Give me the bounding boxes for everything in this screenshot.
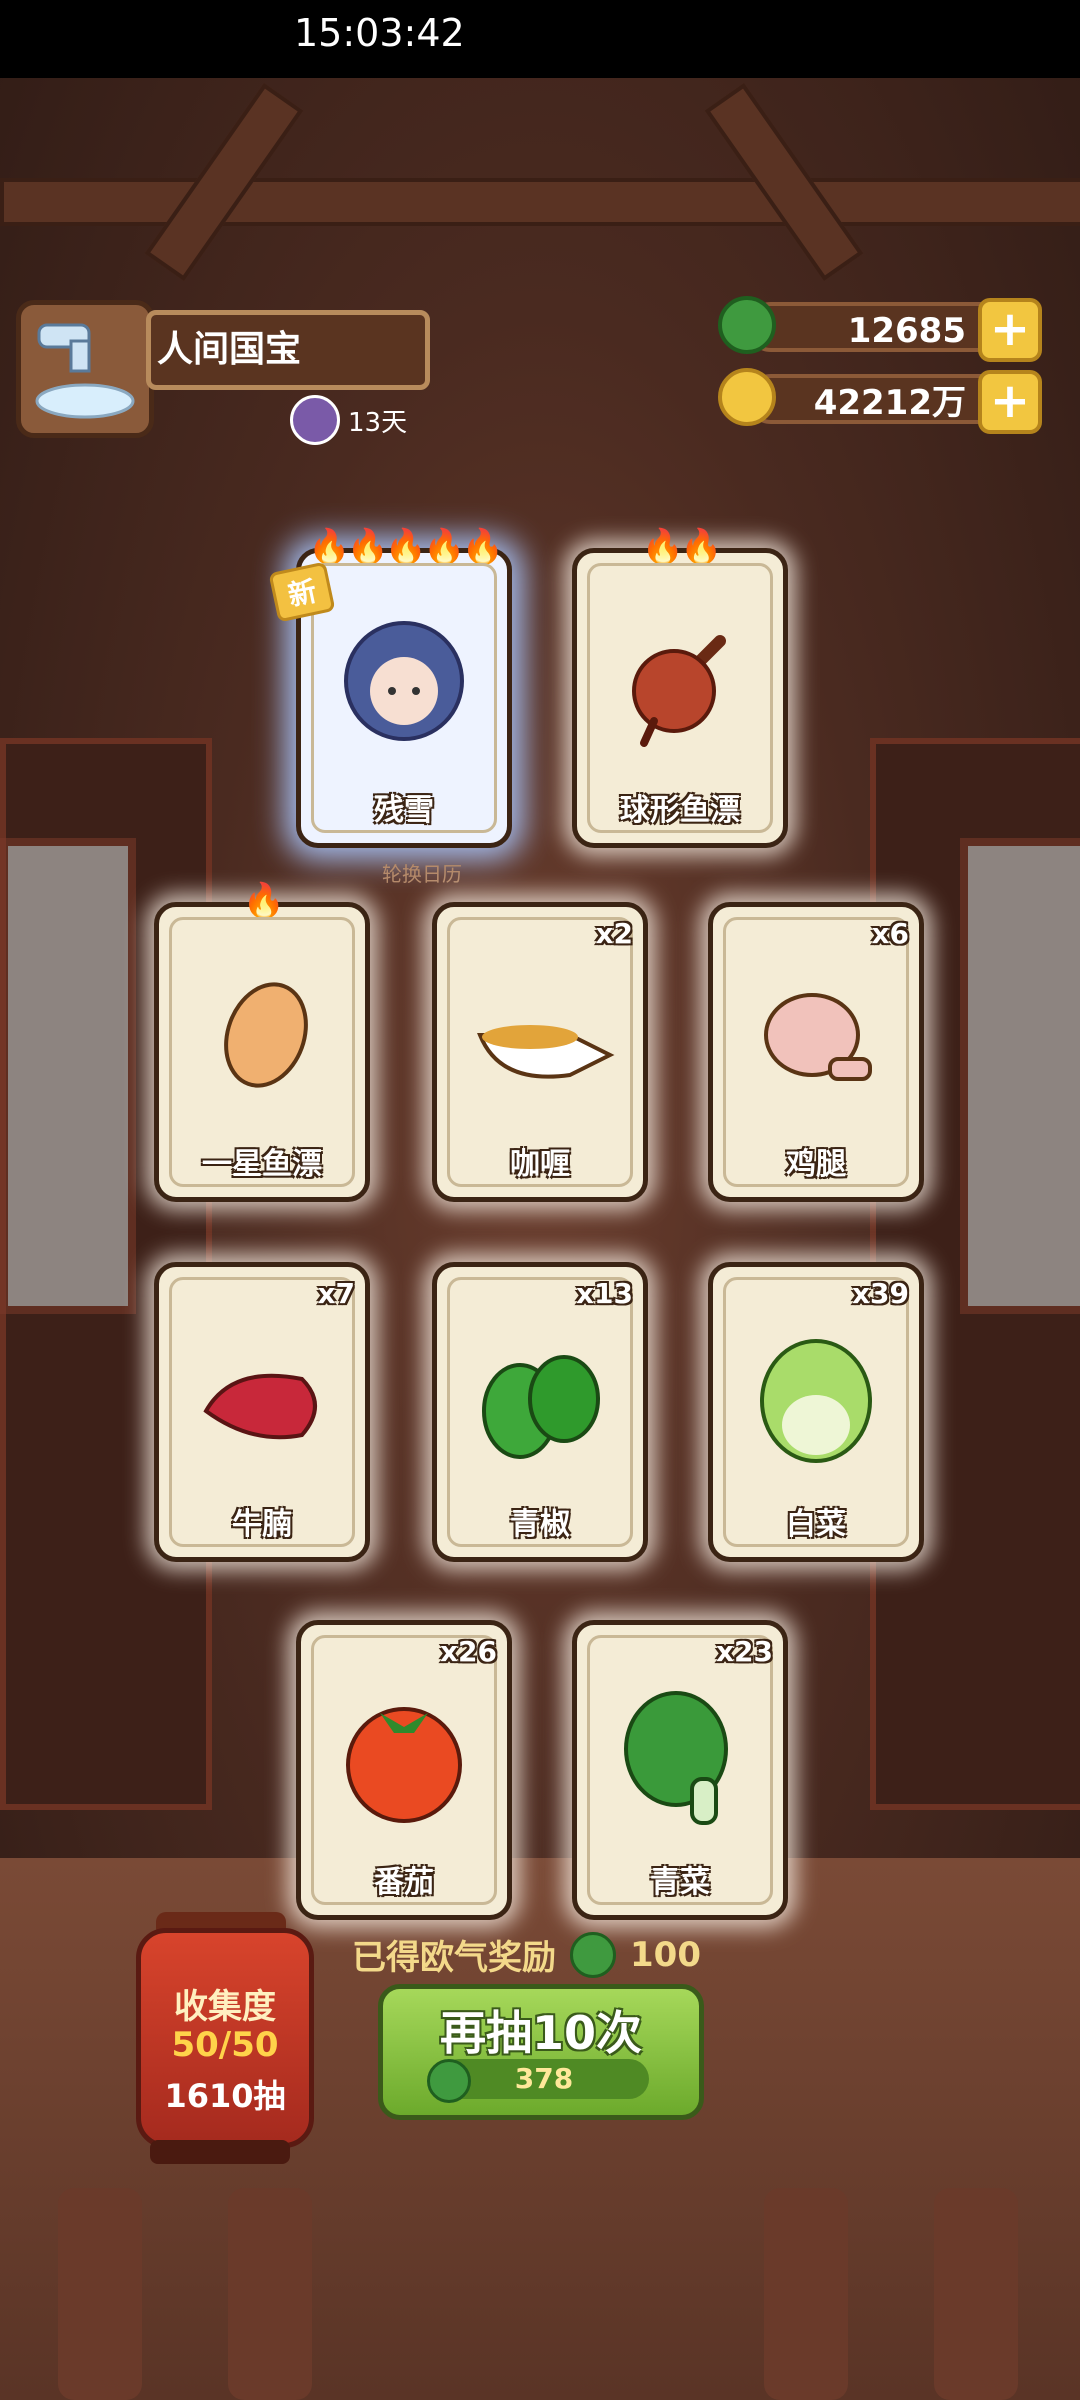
add-jade-button[interactable]: + <box>978 298 1042 362</box>
collection-progress: 50/50 <box>171 2025 279 2065</box>
float-icon <box>224 982 308 1088</box>
character-art-icon <box>344 621 464 741</box>
card-name: 残雪 <box>374 793 434 828</box>
card-name: 鸡腿 <box>786 1147 846 1182</box>
right-window <box>960 838 1080 1314</box>
draw-again-label: 再抽10次 <box>439 2006 642 2060</box>
faucet-icon <box>35 323 135 419</box>
reward-card-cancan[interactable]: 🔥🔥🔥🔥🔥 新 残雪 <box>268 527 512 848</box>
jade-amount: 12685 <box>746 302 1016 352</box>
status-bar: 15:03:42 <box>0 0 1080 78</box>
days-indicator: 13天 <box>290 395 408 445</box>
card-name: 青菜 <box>650 1865 710 1900</box>
roof-beam <box>0 178 1080 226</box>
reward-card-green-pepper[interactable]: x13 青椒 <box>432 1262 648 1562</box>
post <box>58 2188 142 2400</box>
collection-lantern[interactable]: 收集度 50/50 1610抽 <box>136 1928 314 2148</box>
bonus-label: 已得欧气奖励 <box>352 1938 556 1978</box>
status-time: 15:03:42 <box>294 11 465 55</box>
post <box>764 2188 848 2400</box>
curry-icon <box>477 1025 615 1079</box>
post <box>228 2188 312 2400</box>
reward-card-drumstick[interactable]: x6 鸡腿 <box>708 902 924 1202</box>
card-name: 牛腩 <box>232 1507 292 1542</box>
add-gold-button[interactable]: + <box>978 370 1042 434</box>
avatar <box>290 395 340 445</box>
reward-card-curry[interactable]: x2 咖喱 <box>432 902 648 1202</box>
bok-choy-icon <box>624 1691 728 1825</box>
item-count: x13 <box>575 1277 633 1310</box>
gold-amount: 42212万 <box>746 374 1016 424</box>
rotation-calendar-label[interactable]: 轮换日历 <box>382 858 462 887</box>
jade-coin-icon <box>718 296 776 354</box>
bonus-amount: 100 <box>630 1934 701 1975</box>
days-label: 13天 <box>348 407 408 438</box>
item-count: x26 <box>439 1635 497 1668</box>
jade-coin-icon <box>570 1931 616 1978</box>
reward-card-tomato[interactable]: x26 番茄 <box>296 1620 512 1920</box>
post <box>934 2188 1018 2400</box>
draw-cost: 378 <box>427 2059 649 2103</box>
drumstick-icon <box>764 993 872 1081</box>
card-name: 青椒 <box>510 1507 570 1542</box>
flame-icons: 🔥 <box>242 881 285 921</box>
reward-card-beef-brisket[interactable]: x7 牛腩 <box>154 1262 370 1562</box>
item-icon-box[interactable] <box>16 300 154 438</box>
gold-currency: 42212万 + <box>718 368 1042 434</box>
cabbage-icon <box>760 1339 872 1463</box>
reward-card-bok-choy[interactable]: x23 青菜 <box>572 1620 788 1920</box>
tomato-icon <box>346 1707 462 1823</box>
reward-card-ball-float[interactable]: 🔥🔥 球形鱼漂 <box>572 527 788 848</box>
item-count: x2 <box>595 917 633 950</box>
collection-title: 收集度 <box>174 1987 276 2027</box>
card-name: 白菜 <box>786 1507 846 1542</box>
collection-draws: 1610抽 <box>164 2077 286 2115</box>
jade-currency: 12685 + <box>718 296 1042 362</box>
flame-icons: 🔥🔥 <box>641 527 723 567</box>
reward-card-cabbage[interactable]: x39 白菜 <box>708 1262 924 1562</box>
item-count: x6 <box>871 917 909 950</box>
lantern-base <box>150 2140 290 2164</box>
card-name: 番茄 <box>374 1865 434 1900</box>
card-name: 一星鱼漂 <box>202 1147 322 1182</box>
page-title: 人间国宝 <box>146 310 430 390</box>
left-window <box>0 838 136 1314</box>
flame-icons: 🔥🔥🔥🔥🔥 <box>308 527 504 567</box>
draw-cost-value: 378 <box>514 2062 574 2095</box>
green-pepper-icon <box>482 1355 600 1459</box>
card-name: 咖喱 <box>510 1147 570 1182</box>
item-count: x39 <box>851 1277 909 1310</box>
card-name: 球形鱼漂 <box>620 793 740 828</box>
draw-again-button[interactable]: 再抽10次 378 <box>378 1984 704 2120</box>
reward-card-one-star-float[interactable]: 🔥 一星鱼漂 <box>154 881 370 1202</box>
beef-icon <box>203 1373 317 1440</box>
fishing-float-icon <box>632 635 726 747</box>
item-count: x23 <box>715 1635 773 1668</box>
item-count: x7 <box>317 1277 355 1310</box>
jade-coin-icon <box>427 2059 471 2103</box>
gold-coin-icon <box>718 368 776 426</box>
bonus-reward: 已得欧气奖励 100 <box>352 1930 701 1979</box>
